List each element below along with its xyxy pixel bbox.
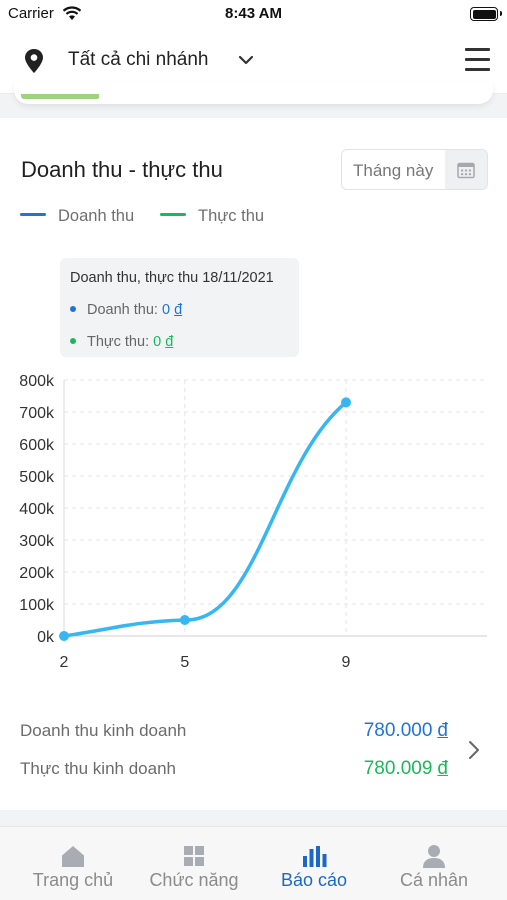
tab-reports-label: Báo cáo	[280, 870, 348, 890]
home-icon	[62, 846, 84, 867]
legend-revenue-swatch	[20, 213, 46, 217]
revenue-line-chart[interactable]: 0k 100k 200k 300k 400k 500k 600k 700k 800k 2 5 9	[0, 358, 507, 688]
tab-profile-label: Cá nhân	[399, 870, 469, 890]
tooltip-collected-dot	[70, 338, 76, 344]
y-tick-label: 500k	[19, 469, 55, 486]
tooltip-revenue-value: 0	[161, 302, 171, 318]
data-point	[59, 631, 69, 641]
tooltip-collected-label: Thực thu:	[87, 334, 150, 350]
data-point	[341, 397, 351, 408]
tab-home[interactable]: Trang chủ	[10, 827, 136, 900]
chevron-down-icon[interactable]	[237, 51, 255, 69]
data-point	[179, 615, 190, 625]
hamburger-menu-icon[interactable]	[465, 46, 490, 72]
y-tick-label: 100k	[19, 597, 55, 614]
legend-collected-swatch	[160, 213, 186, 217]
tab-features[interactable]: Chức năng	[131, 827, 257, 900]
tooltip-title: Doanh thu, thực thu 18/11/2021	[70, 270, 274, 286]
y-tick-label: 0k	[37, 629, 55, 646]
tab-profile[interactable]: Cá nhân	[371, 827, 497, 900]
period-label: Tháng này	[353, 161, 434, 180]
period-picker[interactable]: Tháng này	[341, 149, 488, 190]
progress-bar	[21, 94, 99, 99]
summary-revenue-label: Doanh thu kinh doanh	[20, 721, 187, 740]
calendar-icon	[457, 162, 475, 179]
tooltip-revenue-row: Doanh thu: 0 đ	[70, 302, 182, 318]
clock: 8:43 AM	[225, 5, 282, 22]
tab-home-label: Trang chủ	[32, 870, 114, 890]
legend-revenue[interactable]: Doanh thu	[20, 207, 134, 229]
grid-icon	[184, 846, 204, 866]
x-tick-label: 5	[180, 654, 189, 671]
x-tick-label: 9	[342, 654, 351, 671]
x-tick-label: 2	[60, 654, 69, 671]
tooltip-collected-row: Thực thu: 0 đ	[70, 334, 173, 350]
location-pin-icon	[25, 49, 43, 73]
legend-revenue-label: Doanh thu	[58, 207, 135, 225]
summary-revenue-row[interactable]: Doanh thu kinh doanh 780.000 đ	[20, 720, 448, 745]
y-tick-label: 400k	[19, 501, 55, 518]
card-title: Doanh thu - thực thu	[21, 157, 223, 182]
summary-collected-label: Thực thu kinh doanh	[20, 759, 176, 778]
revenue-chart-card: Doanh thu - thực thu Tháng này Doanh thu…	[0, 118, 507, 810]
y-tick-label: 600k	[19, 437, 55, 454]
previous-card-edge	[14, 82, 493, 104]
legend-collected-label: Thực thu	[198, 207, 265, 225]
y-tick-label: 800k	[19, 373, 55, 390]
bottom-tab-bar: Trang chủ Chức năng Báo cáo Cá nhân	[0, 826, 507, 900]
tooltip-collected-value: 0	[153, 334, 162, 350]
y-tick-label: 700k	[19, 405, 55, 422]
summary-collected-currency: đ	[437, 758, 448, 779]
tab-features-label: Chức năng	[149, 870, 239, 890]
series-line	[62, 400, 348, 638]
tab-reports[interactable]: Báo cáo	[251, 827, 377, 900]
bar-chart-icon	[303, 846, 327, 867]
y-tick-label: 300k	[19, 533, 55, 550]
person-icon	[423, 845, 445, 868]
calendar-button[interactable]	[445, 150, 487, 189]
battery-icon	[470, 7, 502, 21]
tooltip-revenue-dot	[70, 306, 76, 312]
tooltip-collected-currency: đ	[165, 334, 174, 350]
summary-revenue-currency: đ	[437, 720, 448, 741]
summary-collected-row[interactable]: Thực thu kinh doanh 780.009 đ	[20, 758, 448, 783]
y-tick-label: 200k	[19, 565, 55, 582]
status-bar: Carrier 8:43 AM	[0, 0, 507, 28]
summary-collected-value: 780.009	[363, 758, 433, 779]
legend-collected[interactable]: Thực thu	[160, 207, 264, 229]
branch-selector[interactable]: Tất cả chi nhánh	[68, 49, 208, 71]
summary-revenue-value: 780.000	[363, 720, 433, 741]
chart-tooltip: Doanh thu, thực thu 18/11/2021 Doanh thu…	[60, 258, 299, 357]
chevron-right-icon[interactable]	[466, 739, 482, 761]
tooltip-revenue-label: Doanh thu:	[87, 302, 158, 318]
tooltip-revenue-currency: đ	[174, 302, 183, 318]
